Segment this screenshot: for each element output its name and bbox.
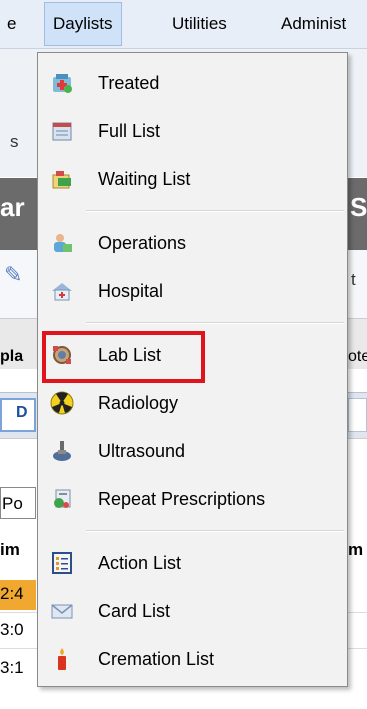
card-list-icon <box>51 604 73 619</box>
menu-separator <box>86 530 344 532</box>
background-input-text: Po <box>2 494 23 513</box>
menu-item-label: Action List <box>98 553 182 573</box>
menu-item-operations[interactable]: Operations <box>38 219 347 267</box>
menu-item-label: Card List <box>98 601 171 621</box>
menu-item-action-list[interactable]: Action List <box>38 539 347 587</box>
menu-item-radiology[interactable]: Radiology <box>38 379 347 427</box>
table-cell: 2:4 <box>0 584 24 603</box>
background-column-header: m <box>348 540 364 559</box>
background-tab[interactable] <box>348 398 367 432</box>
background-text: t <box>351 270 356 289</box>
waiting-list-icon <box>52 171 71 189</box>
repeat-prescriptions-icon <box>54 489 71 508</box>
treated-icon <box>53 74 72 93</box>
menu-item-label: Ultrasound <box>98 441 186 461</box>
operations-icon <box>54 234 72 252</box>
menu-item-label: Radiology <box>98 393 179 413</box>
menu-separator <box>86 322 344 324</box>
background-icon: ✎ <box>4 262 23 287</box>
hospital-icon <box>52 283 72 301</box>
menu-item-label: Operations <box>98 233 187 253</box>
background-text: ote <box>348 348 367 365</box>
background-text: pla <box>0 348 24 365</box>
ultrasound-icon <box>53 441 71 461</box>
menu-item-full-list[interactable]: Full List <box>38 107 347 155</box>
menubar-item-partial[interactable]: e <box>7 0 16 48</box>
menu-item-treated[interactable]: Treated <box>38 59 347 107</box>
background-title-text: Si <box>350 192 367 222</box>
menu-item-label: Full List <box>98 121 161 141</box>
menu-item-label: Treated <box>98 73 160 93</box>
background-tab-label: D <box>16 404 28 421</box>
action-list-icon <box>52 552 72 574</box>
menubar-item-utilities[interactable]: Utilities <box>172 0 227 48</box>
full-list-icon <box>52 122 72 141</box>
menu-item-label: Cremation List <box>98 649 215 669</box>
background-text: s <box>10 132 19 151</box>
menubar-item-administration[interactable]: Administ <box>281 0 346 48</box>
menu-separator <box>86 210 344 212</box>
menu-bar: e Daylists Utilities Administ <box>0 0 367 49</box>
background-title-text: ar <box>0 192 25 222</box>
table-cell: 3:1 <box>0 658 24 677</box>
menubar-item-daylists[interactable]: Daylists <box>44 2 122 46</box>
menu-item-hospital[interactable]: Hospital <box>38 267 347 315</box>
menu-item-cremation-list[interactable]: Cremation List <box>38 635 347 683</box>
menu-item-waiting-list[interactable]: Waiting List <box>38 155 347 203</box>
menu-item-label: Hospital <box>98 281 164 301</box>
menu-item-card-list[interactable]: Card List <box>38 587 347 635</box>
radiology-icon <box>50 391 74 415</box>
menu-item-label: Repeat Prescriptions <box>98 489 266 509</box>
menu-item-repeat-prescriptions[interactable]: Repeat Prescriptions <box>38 475 347 523</box>
menu-item-label: Waiting List <box>98 169 191 189</box>
lab-list-highlight-box <box>42 331 205 383</box>
menu-item-ultrasound[interactable]: Ultrasound <box>38 427 347 475</box>
background-column-header: im <box>0 540 20 559</box>
cremation-list-icon <box>58 648 66 670</box>
table-cell: 3:0 <box>0 620 24 639</box>
